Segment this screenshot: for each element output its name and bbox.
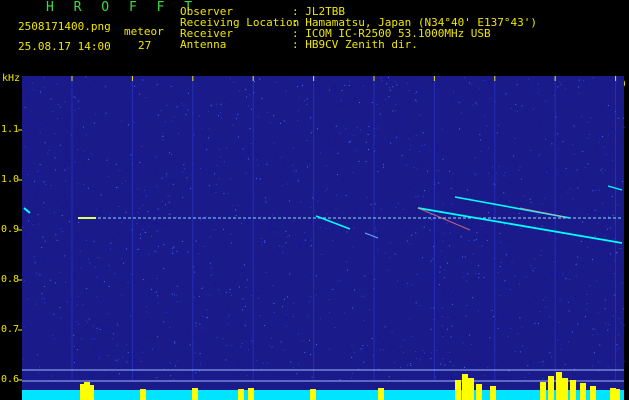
signal-peak <box>548 376 554 400</box>
signal-peak <box>140 389 146 400</box>
signal-peak <box>540 382 546 400</box>
signal-peak <box>462 374 468 400</box>
signal-peak <box>378 388 384 400</box>
signal-peak <box>248 388 254 400</box>
spectrogram-background <box>22 76 624 400</box>
signal-peak <box>562 378 568 400</box>
signal-peak <box>570 380 576 400</box>
spectrogram-plot <box>18 76 625 400</box>
signal-peak <box>590 386 596 400</box>
signal-peak <box>310 389 316 400</box>
signal-peak <box>490 386 496 400</box>
signal-peak <box>556 372 562 400</box>
signal-peak <box>476 384 482 400</box>
signal-peak <box>192 388 198 400</box>
signal-peak <box>580 383 586 400</box>
signal-strength-bar <box>22 390 624 400</box>
signal-peak <box>614 389 620 400</box>
signal-peak <box>455 380 461 400</box>
signal-peak <box>88 385 94 400</box>
signal-peak <box>238 389 244 400</box>
signal-peak <box>468 378 474 400</box>
